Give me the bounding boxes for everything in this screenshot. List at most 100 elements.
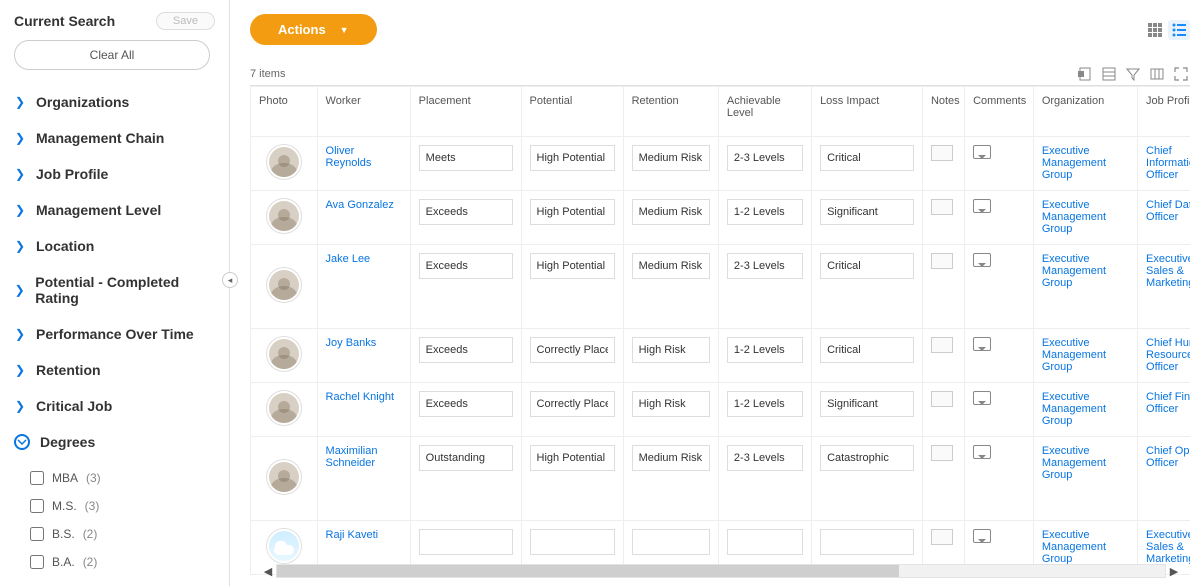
job-link[interactable]: Chief Human Resources Officer [1146, 337, 1190, 373]
columns-icon[interactable] [1148, 65, 1166, 83]
comment-icon[interactable] [973, 145, 991, 159]
achievable-input[interactable] [727, 337, 803, 363]
comment-icon[interactable] [973, 445, 991, 459]
placement-input[interactable] [419, 445, 513, 471]
worker-link[interactable]: Ava Gonzalez [326, 199, 394, 211]
worker-link[interactable]: Rachel Knight [326, 391, 395, 403]
facet-degrees[interactable]: Degrees [10, 424, 219, 460]
comment-icon[interactable] [973, 391, 991, 405]
facet-performance-over-time[interactable]: ❯Performance Over Time [10, 316, 219, 352]
job-link[interactable]: Chief Data Officer [1146, 199, 1190, 223]
potential-input[interactable] [530, 391, 615, 417]
degree-option-ba[interactable]: B.A. (2) [30, 548, 215, 576]
org-link[interactable]: Executive Management Group [1042, 199, 1106, 235]
col-header[interactable]: Job Profile [1138, 87, 1190, 137]
loss-input[interactable] [820, 253, 914, 279]
notes-button[interactable] [931, 445, 953, 461]
achievable-input[interactable] [727, 445, 803, 471]
facet-job-profile[interactable]: ❯Job Profile [10, 156, 219, 192]
horizontal-scrollbar[interactable]: ◀ ▶ [260, 562, 1182, 580]
job-link[interactable]: Chief Information Officer [1146, 145, 1190, 181]
avatar[interactable] [267, 529, 301, 563]
org-link[interactable]: Executive Management Group [1042, 145, 1106, 181]
degree-checkbox[interactable] [30, 555, 44, 569]
comment-icon[interactable] [973, 199, 991, 213]
potential-input[interactable] [530, 145, 615, 171]
placement-input[interactable] [419, 529, 513, 555]
avatar[interactable] [267, 391, 301, 425]
retention-input[interactable] [632, 199, 710, 225]
potential-input[interactable] [530, 445, 615, 471]
degree-checkbox[interactable] [30, 527, 44, 541]
scroll-track[interactable] [276, 564, 1166, 578]
degree-checkbox[interactable] [30, 499, 44, 513]
scroll-right-arrow[interactable]: ▶ [1166, 563, 1182, 579]
list-view-button[interactable] [1168, 20, 1190, 40]
placement-input[interactable] [419, 145, 513, 171]
achievable-input[interactable] [727, 145, 803, 171]
retention-input[interactable] [632, 391, 710, 417]
retention-input[interactable] [632, 145, 710, 171]
col-header[interactable]: Photo [251, 87, 318, 137]
avatar[interactable] [267, 268, 301, 302]
achievable-input[interactable] [727, 391, 803, 417]
worker-link[interactable]: Jake Lee [326, 253, 371, 265]
loss-input[interactable] [820, 337, 914, 363]
actions-button[interactable]: Actions ▼ [250, 14, 377, 45]
org-link[interactable]: Executive Management Group [1042, 529, 1106, 565]
facet-management-level[interactable]: ❯Management Level [10, 192, 219, 228]
scroll-thumb[interactable] [277, 565, 899, 577]
avatar[interactable] [267, 337, 301, 371]
degree-option-mba[interactable]: MBA (3) [30, 464, 215, 492]
degree-option-bs[interactable]: B.S. (2) [30, 520, 215, 548]
avatar[interactable] [267, 199, 301, 233]
worker-link[interactable]: Joy Banks [326, 337, 377, 349]
facet-potential-completed-rating[interactable]: ❯Potential - Completed Rating [10, 264, 219, 316]
loss-input[interactable] [820, 445, 914, 471]
col-header[interactable]: Placement [410, 87, 521, 137]
potential-input[interactable] [530, 199, 615, 225]
col-header[interactable]: Potential [521, 87, 623, 137]
save-search-button[interactable]: Save [156, 12, 215, 30]
worker-link[interactable]: Raji Kaveti [326, 529, 379, 541]
loss-input[interactable] [820, 391, 914, 417]
col-header[interactable]: Notes [922, 87, 964, 137]
notes-button[interactable] [931, 145, 953, 161]
notes-button[interactable] [931, 391, 953, 407]
col-header[interactable]: Comments [965, 87, 1034, 137]
org-link[interactable]: Executive Management Group [1042, 445, 1106, 481]
placement-input[interactable] [419, 199, 513, 225]
worksheet-icon[interactable] [1100, 65, 1118, 83]
facet-management-chain[interactable]: ❯Management Chain [10, 120, 219, 156]
loss-input[interactable] [820, 199, 914, 225]
facet-organizations[interactable]: ❯Organizations [10, 84, 219, 120]
retention-input[interactable] [632, 337, 710, 363]
achievable-input[interactable] [727, 529, 803, 555]
placement-input[interactable] [419, 337, 513, 363]
clear-all-button[interactable]: Clear All [14, 40, 210, 70]
grid-view-button[interactable] [1144, 20, 1166, 40]
comment-icon[interactable] [973, 253, 991, 267]
degree-checkbox[interactable] [30, 471, 44, 485]
potential-input[interactable] [530, 253, 615, 279]
worker-link[interactable]: Oliver Reynolds [326, 145, 372, 169]
avatar[interactable] [267, 460, 301, 494]
org-link[interactable]: Executive Management Group [1042, 337, 1106, 373]
fullscreen-icon[interactable] [1172, 65, 1190, 83]
comment-icon[interactable] [973, 529, 991, 543]
achievable-input[interactable] [727, 199, 803, 225]
placement-input[interactable] [419, 253, 513, 279]
col-header[interactable]: Organization [1033, 87, 1137, 137]
job-link[interactable]: Executive VP, Sales & Marketing [1146, 253, 1190, 289]
collapse-sidebar-handle[interactable]: ◂ [222, 272, 238, 288]
job-link[interactable]: Chief Financial Officer [1146, 391, 1190, 415]
export-excel-icon[interactable] [1076, 65, 1094, 83]
col-header[interactable]: Loss Impact [812, 87, 923, 137]
notes-button[interactable] [931, 199, 953, 215]
facet-retention[interactable]: ❯Retention [10, 352, 219, 388]
degree-option-ms[interactable]: M.S. (3) [30, 492, 215, 520]
facet-critical-job[interactable]: ❯Critical Job [10, 388, 219, 424]
loss-input[interactable] [820, 145, 914, 171]
avatar[interactable] [267, 145, 301, 179]
job-link[interactable]: Chief Operating Officer [1146, 445, 1190, 469]
